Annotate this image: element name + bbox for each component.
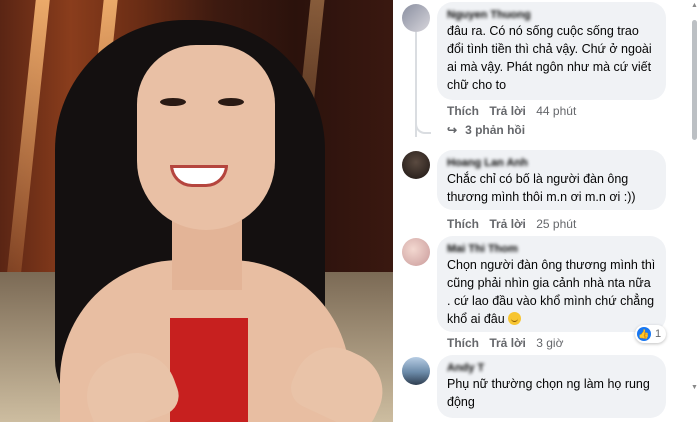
- comment-text: Chắc chỉ có bố là người đàn ông thương m…: [447, 172, 636, 204]
- comment-bubble: Mai Thi Thom Chọn người đàn ông thương m…: [437, 236, 666, 332]
- comment-author[interactable]: Andy T: [447, 361, 656, 375]
- comment-actions: Thích Trả lời 25 phút: [447, 216, 583, 232]
- like-button[interactable]: Thích: [447, 217, 479, 231]
- reply-button[interactable]: Trả lời: [489, 217, 526, 231]
- comment-text: Phụ nữ thường chọn ng làm họ rung động: [447, 377, 650, 409]
- scroll-up-icon[interactable]: ▲: [691, 2, 698, 9]
- comment-text: đâu ra. Có nó sống cuộc sống trao đổi tì…: [447, 24, 652, 92]
- comment-time[interactable]: 25 phút: [536, 217, 576, 231]
- scrollbar[interactable]: ▲ ▼: [691, 0, 698, 422]
- comment-text-body: Chọn người đàn ông thương mình thì cũng …: [447, 258, 656, 326]
- view-replies-link[interactable]: ↪ 3 phản hồi: [447, 123, 525, 137]
- neck-shape: [172, 220, 242, 290]
- thread-curve: [415, 118, 431, 134]
- comment-author[interactable]: Mai Thi Thom: [447, 242, 656, 256]
- comment-author[interactable]: Nguyen Thuong: [447, 8, 656, 22]
- avatar[interactable]: [402, 4, 430, 32]
- like-button[interactable]: Thích: [447, 104, 479, 118]
- scrollbar-thumb[interactable]: [692, 20, 697, 140]
- face-shape: [137, 45, 275, 230]
- reply-button[interactable]: Trả lời: [489, 104, 526, 118]
- post-photo[interactable]: [0, 0, 393, 422]
- red-dress: [170, 318, 248, 422]
- comment-time[interactable]: 44 phút: [536, 104, 576, 118]
- comment-author[interactable]: Hoang Lan Anh: [447, 156, 656, 170]
- comment-actions: Thích Trả lời 44 phút: [447, 103, 583, 119]
- reaction-count: 1: [655, 328, 662, 340]
- like-reaction-icon: 👍: [637, 327, 651, 341]
- replies-count: 3 phản hồi: [465, 123, 526, 137]
- comment-time[interactable]: 3 giờ: [536, 336, 563, 350]
- smile-emoji-icon: [508, 312, 522, 325]
- comments-panel: Nguyen Thuong đâu ra. Có nó sống cuộc số…: [393, 0, 698, 422]
- avatar[interactable]: [402, 357, 430, 385]
- reaction-summary[interactable]: 👍 1: [635, 325, 667, 343]
- reply-button[interactable]: Trả lời: [489, 336, 526, 350]
- like-button[interactable]: Thích: [447, 336, 479, 350]
- comment-actions: Thích Trả lời 3 giờ: [447, 335, 570, 351]
- right-eye: [218, 98, 244, 106]
- avatar[interactable]: [402, 151, 430, 179]
- comment-bubble: Hoang Lan Anh Chắc chỉ có bố là người đà…: [437, 150, 666, 210]
- comment-text: Chọn người đàn ông thương mình thì cũng …: [447, 256, 656, 328]
- background-light-stripe: [4, 0, 50, 300]
- scroll-down-icon[interactable]: ▼: [691, 384, 698, 391]
- avatar[interactable]: [402, 238, 430, 266]
- reply-arrow-icon: ↪: [447, 123, 458, 137]
- comment-bubble: Andy T Phụ nữ thường chọn ng làm họ rung…: [437, 355, 666, 418]
- left-eye: [160, 98, 186, 106]
- comment-bubble: Nguyen Thuong đâu ra. Có nó sống cuộc số…: [437, 2, 666, 100]
